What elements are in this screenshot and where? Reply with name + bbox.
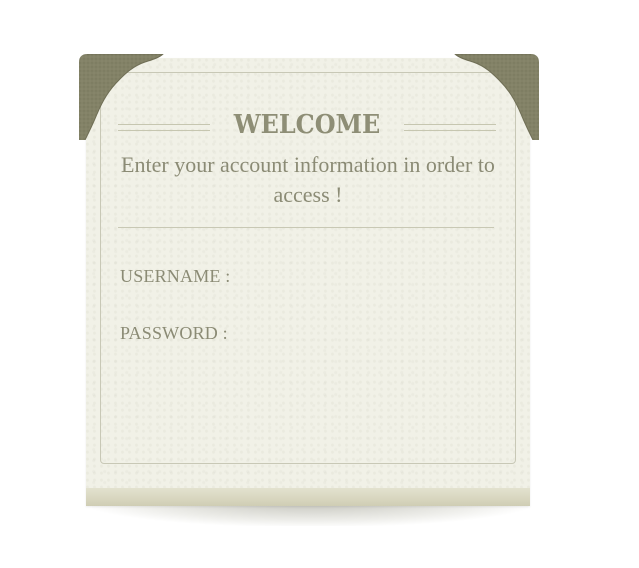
password-row: PASSWORD : [120,320,502,350]
password-input[interactable] [244,320,502,348]
title-rule-right [404,124,496,131]
divider [118,227,494,228]
username-row: USERNAME : [120,263,502,293]
username-input[interactable] [244,263,502,291]
title-row: WELCOME [118,110,496,146]
password-label: PASSWORD : [120,323,228,343]
login-instructions: Enter your account information in order … [121,152,495,207]
card-footer [86,488,530,506]
username-label: USERNAME : [120,266,231,286]
